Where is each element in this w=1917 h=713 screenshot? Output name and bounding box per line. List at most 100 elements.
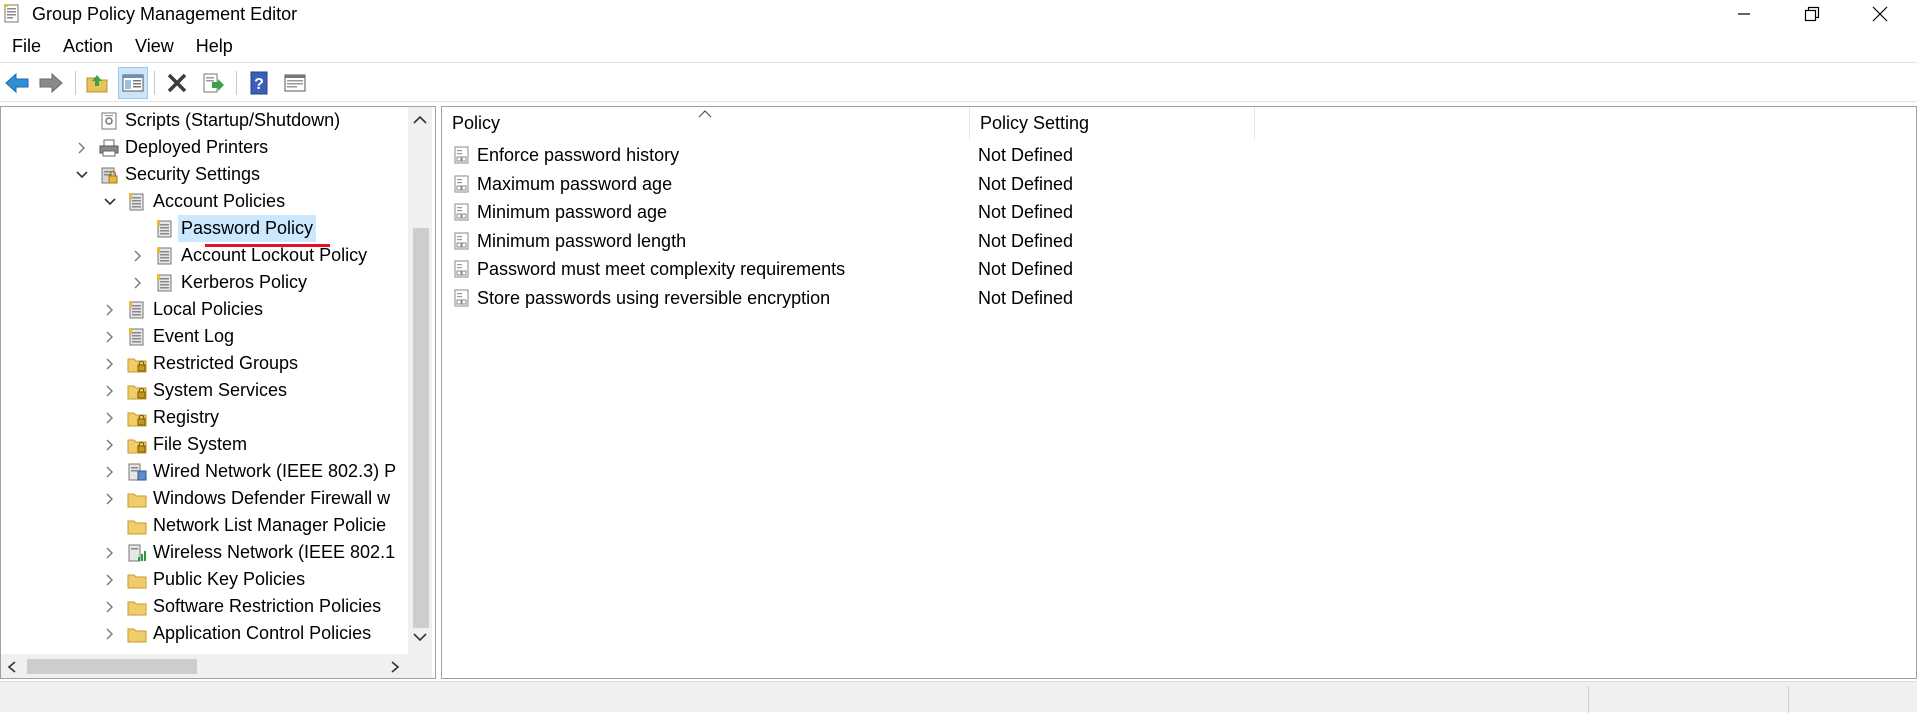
properties-icon [284,74,306,92]
console-tree-pane[interactable]: Scripts (Startup/Shutdown) Deployed Print… [0,106,436,679]
scroll-up-icon[interactable] [412,114,428,126]
export-list-button[interactable] [198,67,228,99]
menu-view[interactable]: View [123,34,184,58]
tree-expander[interactable] [74,107,90,134]
tree-expander[interactable] [102,323,118,350]
tree-item-label: Wireless Network (IEEE 802.1 [153,542,396,562]
minimize-button[interactable] [1712,0,1776,28]
tree-item[interactable]: Application Control Policies [1,620,411,647]
tree-item[interactable]: Scripts (Startup/Shutdown) [1,107,411,134]
tree-item[interactable]: Restricted Groups [1,350,411,377]
show-hide-console-tree-button[interactable] [118,67,148,99]
policy-setting-icon [454,146,469,164]
chevron-right-icon[interactable] [133,276,143,290]
tree-item[interactable]: Software Restriction Policies [1,593,411,620]
tree-item[interactable]: System Services [1,377,411,404]
tree-expander[interactable] [102,512,118,539]
tree-item[interactable]: Public Key Policies [1,566,411,593]
tree-expander[interactable] [102,458,118,485]
policy-row[interactable]: Minimum password length Not Defined [442,227,1912,255]
tree-expander[interactable] [74,161,90,188]
close-button[interactable] [1848,0,1912,28]
tree-item[interactable]: Account Policies [1,188,411,215]
tree-item[interactable]: Registry [1,404,411,431]
chevron-down-icon[interactable] [75,170,89,180]
tree-item[interactable]: Wired Network (IEEE 802.3) P [1,458,411,485]
tree-item[interactable]: Event Log [1,323,411,350]
scroll-down-icon[interactable] [412,631,428,643]
policy-row[interactable]: Maximum password age Not Defined [442,170,1912,198]
menu-help[interactable]: Help [184,34,243,58]
policy-setting-icon [454,232,469,249]
chevron-right-icon[interactable] [105,546,115,560]
tree-expander[interactable] [102,431,118,458]
chevron-right-icon[interactable] [105,600,115,614]
tree-item[interactable]: Security Settings [1,161,411,188]
help-icon: ? [250,71,268,95]
tree-expander[interactable] [102,566,118,593]
tree-vertical-scroll-thumb[interactable] [413,228,429,628]
back-button[interactable] [2,67,32,99]
column-header-policy-setting[interactable]: Policy Setting [970,107,1204,140]
policy-row[interactable]: Store passwords using reversible encrypt… [442,284,1912,312]
properties-button[interactable] [280,67,310,99]
column-divider[interactable] [1254,107,1255,140]
restore-button[interactable] [1780,0,1844,28]
policy-row[interactable]: Password must meet complexity requiremen… [442,255,1912,283]
help-button[interactable]: ? [244,67,274,99]
chevron-right-icon[interactable] [105,411,115,425]
up-one-level-button[interactable] [82,67,112,99]
tree-item[interactable]: Kerberos Policy [1,269,411,296]
policy-row[interactable]: Minimum password age Not Defined [442,198,1912,226]
tree-expander[interactable] [130,242,146,269]
chevron-right-icon[interactable] [77,141,87,155]
folder-icon [127,520,147,535]
security-icon [101,167,118,184]
sort-ascending-icon [698,110,712,118]
chevron-right-icon[interactable] [105,492,115,506]
tree-item[interactable]: Windows Defender Firewall w [1,485,411,512]
chevron-right-icon[interactable] [105,357,115,371]
policy-book-icon [129,301,144,319]
chevron-right-icon[interactable] [105,384,115,398]
policy-name: Store passwords using reversible encrypt… [477,287,831,308]
policy-row[interactable]: Enforce password history Not Defined [442,141,1912,169]
tree-expander[interactable] [102,539,118,566]
chevron-right-icon[interactable] [105,465,115,479]
tree-item[interactable]: Password Policy [1,215,411,242]
folder-icon [127,628,147,643]
chevron-right-icon[interactable] [105,303,115,317]
chevron-right-icon[interactable] [105,627,115,641]
menu-file[interactable]: File [0,34,51,58]
tree-item[interactable]: Wireless Network (IEEE 802.1 [1,539,411,566]
tree-expander[interactable] [130,215,146,242]
scroll-left-icon[interactable] [6,660,18,674]
policy-setting-value: Not Defined [978,145,1074,165]
policy-name: Enforce password history [477,145,680,165]
tree-expander[interactable] [102,620,118,647]
chevron-right-icon[interactable] [133,249,143,263]
tree-expander[interactable] [102,593,118,620]
chevron-down-icon[interactable] [103,197,117,207]
tree-expander[interactable] [102,350,118,377]
chevron-right-icon[interactable] [105,330,115,344]
tree-expander[interactable] [130,269,146,296]
tree-item[interactable]: Network List Manager Policie [1,512,411,539]
tree-expander[interactable] [102,404,118,431]
menu-action[interactable]: Action [51,34,123,58]
tree-horizontal-scroll-thumb[interactable] [27,659,197,674]
tree-item[interactable]: Deployed Printers [1,134,411,161]
chevron-right-icon[interactable] [105,438,115,452]
tree-expander[interactable] [74,134,90,161]
details-pane[interactable]: Policy Policy Setting Enforce password h… [441,106,1917,679]
delete-button[interactable] [162,67,192,99]
chevron-right-icon[interactable] [105,573,115,587]
scroll-right-icon[interactable] [389,660,401,674]
tree-expander[interactable] [102,377,118,404]
tree-expander[interactable] [102,188,118,215]
tree-item[interactable]: Local Policies [1,296,411,323]
tree-item[interactable]: File System [1,431,411,458]
tree-expander[interactable] [102,296,118,323]
tree-expander[interactable] [102,485,118,512]
forward-button[interactable] [36,67,66,99]
